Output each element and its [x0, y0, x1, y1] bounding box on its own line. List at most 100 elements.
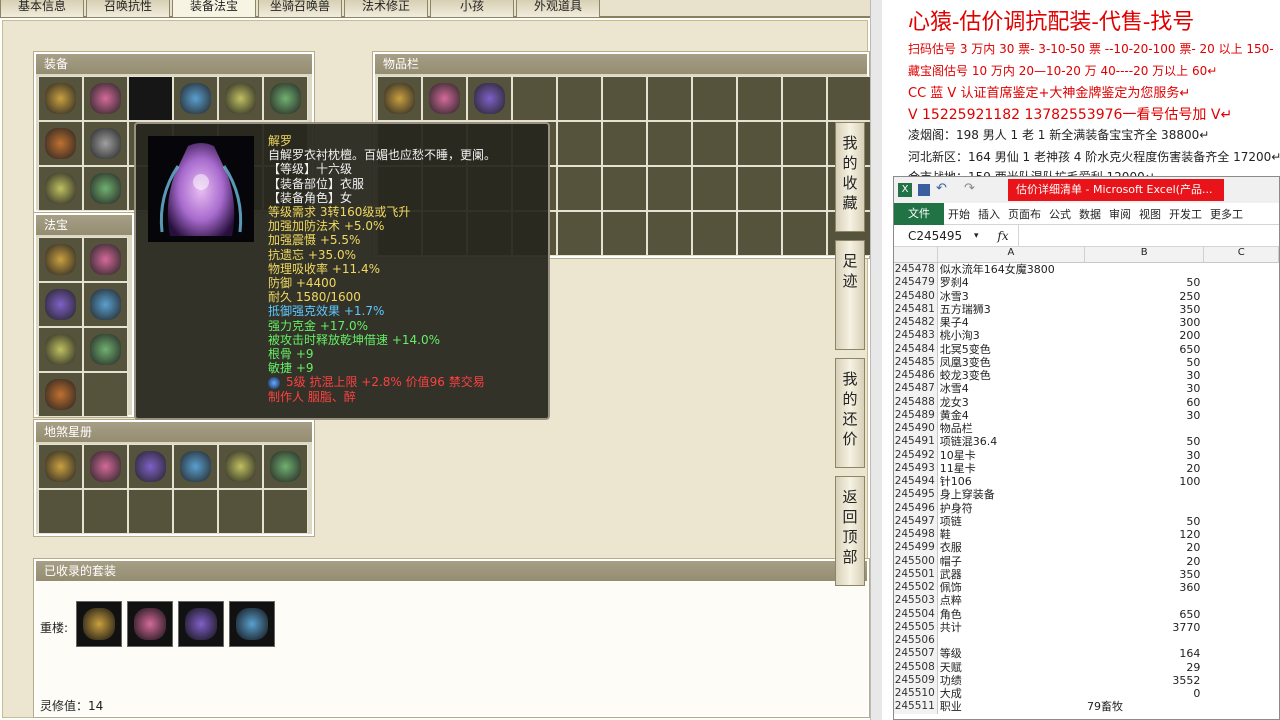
ribbon-tab-7[interactable]: 视图: [1135, 206, 1165, 222]
tab-6[interactable]: 外观道具: [516, 0, 600, 18]
set-item-slot[interactable]: [178, 601, 224, 647]
row-number[interactable]: 245488: [894, 395, 938, 409]
items-slot[interactable]: [377, 76, 422, 121]
items-slot[interactable]: [737, 76, 782, 121]
equipment-slot[interactable]: [263, 76, 308, 121]
stars-slot[interactable]: [173, 489, 218, 534]
favorites-button[interactable]: 我的收藏: [835, 122, 865, 232]
set-item-slot[interactable]: [127, 601, 173, 647]
cell-c[interactable]: [1204, 290, 1279, 303]
magic-slot[interactable]: [83, 372, 128, 417]
cell-b[interactable]: 50: [1085, 435, 1204, 448]
cell-b[interactable]: 50: [1085, 276, 1204, 289]
cell-b[interactable]: 30: [1085, 409, 1204, 422]
items-slot[interactable]: [782, 166, 827, 211]
row-number[interactable]: 245489: [894, 408, 938, 422]
equipment-slot[interactable]: [83, 166, 128, 211]
cell-a[interactable]: 功绩: [938, 674, 1085, 687]
cell-c[interactable]: [1204, 581, 1279, 594]
cell-b[interactable]: 350: [1085, 568, 1204, 581]
cell-c[interactable]: [1204, 541, 1279, 554]
row-number[interactable]: 245481: [894, 302, 938, 316]
cell-c[interactable]: [1204, 594, 1279, 607]
cell-c[interactable]: [1204, 382, 1279, 395]
row-number[interactable]: 245496: [894, 501, 938, 515]
cell-a[interactable]: 武器: [938, 568, 1085, 581]
cell-a[interactable]: 佩饰: [938, 581, 1085, 594]
cell-c[interactable]: [1204, 316, 1279, 329]
tab-4[interactable]: 法术修正: [344, 0, 428, 18]
cell-b[interactable]: 20: [1085, 555, 1204, 568]
cell-b[interactable]: 350: [1085, 303, 1204, 316]
magic-slot[interactable]: [83, 282, 128, 327]
magic-slot[interactable]: [83, 237, 128, 282]
cell-c[interactable]: [1204, 661, 1279, 674]
stars-slot[interactable]: [128, 489, 173, 534]
cell-c[interactable]: [1204, 356, 1279, 369]
cell-b[interactable]: 300: [1085, 316, 1204, 329]
divider-scrollbar[interactable]: [870, 0, 882, 720]
cell-b[interactable]: 20: [1085, 462, 1204, 475]
undo-icon[interactable]: ↶: [936, 181, 947, 196]
row-number[interactable]: 245484: [894, 342, 938, 356]
cell-c[interactable]: [1204, 422, 1279, 435]
cell-a[interactable]: 罗刹4: [938, 276, 1085, 289]
row-number[interactable]: 245498: [894, 528, 938, 542]
row-number[interactable]: 245504: [894, 607, 938, 621]
equipment-slot[interactable]: [83, 121, 128, 166]
tab-5[interactable]: 小孩: [430, 0, 514, 18]
row-number[interactable]: 245478: [894, 263, 938, 277]
items-slot[interactable]: [557, 121, 602, 166]
magic-slot[interactable]: [38, 372, 83, 417]
cell-b[interactable]: 30: [1085, 382, 1204, 395]
stars-slot[interactable]: [263, 489, 308, 534]
items-slot[interactable]: [692, 121, 737, 166]
cell-b[interactable]: 200: [1085, 329, 1204, 342]
footprint-button[interactable]: 足迹: [835, 240, 865, 350]
ribbon-tab-0[interactable]: 文件: [894, 202, 944, 225]
cell-a[interactable]: 五方瑞狮3: [938, 303, 1085, 316]
name-box-dropdown-icon[interactable]: ▾: [974, 231, 988, 241]
items-slot[interactable]: [737, 121, 782, 166]
cell-c[interactable]: [1204, 515, 1279, 528]
row-number[interactable]: 245480: [894, 289, 938, 303]
ribbon-tab-5[interactable]: 数据: [1075, 206, 1105, 222]
equipment-slot[interactable]: [38, 121, 83, 166]
magic-slot[interactable]: [38, 237, 83, 282]
cell-a[interactable]: 天赋: [938, 661, 1085, 674]
cell-b[interactable]: 50: [1085, 515, 1204, 528]
equipment-slot[interactable]: [128, 76, 173, 121]
cell-b[interactable]: 120: [1085, 528, 1204, 541]
cell-a[interactable]: 冰雪3: [938, 290, 1085, 303]
cell-b[interactable]: 30: [1085, 449, 1204, 462]
cell-c[interactable]: [1204, 435, 1279, 448]
row-number[interactable]: 245490: [894, 422, 938, 436]
cell-a[interactable]: 桃小洵3: [938, 329, 1085, 342]
row-number[interactable]: 245494: [894, 475, 938, 489]
items-slot[interactable]: [782, 211, 827, 256]
items-slot[interactable]: [557, 166, 602, 211]
cell-c[interactable]: [1204, 329, 1279, 342]
cell-a[interactable]: 共计: [938, 621, 1085, 634]
row-number[interactable]: 245510: [894, 687, 938, 701]
cell-a[interactable]: 等级: [938, 647, 1085, 660]
cell-c[interactable]: [1204, 621, 1279, 634]
cell-b[interactable]: 650: [1085, 343, 1204, 356]
row-number[interactable]: 245483: [894, 329, 938, 343]
col-header-a[interactable]: A: [938, 247, 1086, 262]
cell-c[interactable]: [1204, 674, 1279, 687]
cell-c[interactable]: [1204, 396, 1279, 409]
counter-offer-button[interactable]: 我的还价: [835, 358, 865, 468]
items-slot[interactable]: [602, 166, 647, 211]
cell-a[interactable]: 项链混36.4: [938, 435, 1085, 448]
corner-cell[interactable]: [894, 247, 938, 262]
col-header-b[interactable]: B: [1085, 247, 1205, 262]
items-slot[interactable]: [422, 76, 467, 121]
cell-a[interactable]: 凤凰3变色: [938, 356, 1085, 369]
row-number[interactable]: 245491: [894, 435, 938, 449]
ribbon-tab-9[interactable]: 更多工: [1206, 206, 1247, 222]
items-slot[interactable]: [602, 76, 647, 121]
cell-b[interactable]: 50: [1085, 356, 1204, 369]
equipment-slot[interactable]: [83, 76, 128, 121]
cell-a[interactable]: 果子4: [938, 316, 1085, 329]
